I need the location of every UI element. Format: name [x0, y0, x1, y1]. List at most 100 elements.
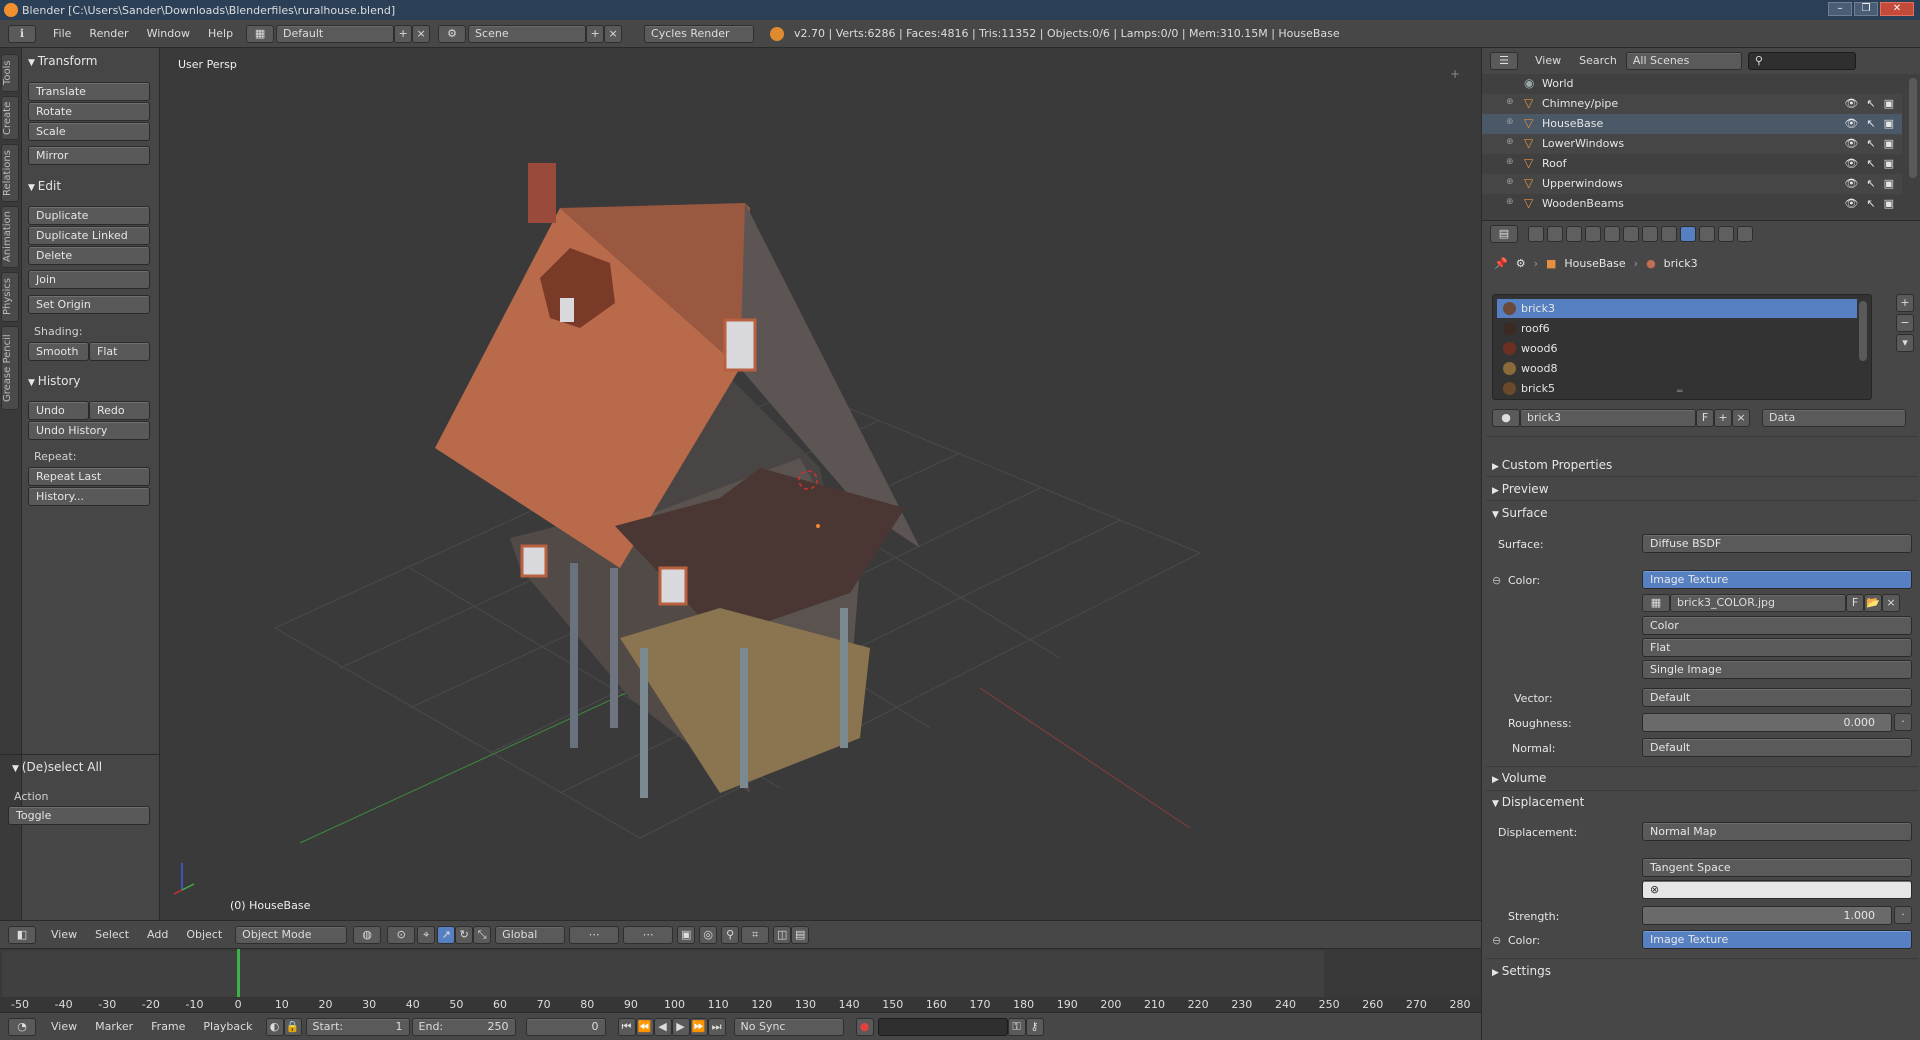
visibility-eye-icon[interactable]: 👁 — [1844, 177, 1858, 190]
normal-map-space-select[interactable]: Tangent Space — [1642, 858, 1912, 877]
play-reverse-icon[interactable]: ◀ — [653, 1017, 672, 1036]
transform-orientation-select[interactable]: Global — [495, 925, 566, 944]
scene-icon[interactable]: ⚙ — [438, 24, 467, 43]
expand-icon[interactable]: ⊕ — [1506, 177, 1514, 187]
new-material-icon[interactable]: + — [1714, 409, 1732, 427]
strength-slider[interactable]: 1.000 — [1642, 906, 1892, 925]
maximize-button[interactable]: ❐ — [1854, 2, 1878, 16]
outliner-row-woodenbeams[interactable]: ⊕ ▽ WoodenBeams 👁 ↖ ▣ — [1482, 194, 1902, 214]
menu-render[interactable]: Render — [80, 20, 137, 48]
view3d-menu-object[interactable]: Object — [177, 921, 231, 949]
material-slot-brick3[interactable]: brick3 — [1497, 299, 1857, 318]
outliner-row-chimney[interactable]: ⊕ ▽ Chimney/pipe 👁 ↖ ▣ — [1482, 94, 1902, 114]
current-frame-field[interactable]: 0 — [525, 1017, 606, 1036]
uv-map-field[interactable]: ⊗ — [1642, 880, 1912, 899]
sync-mode-select[interactable]: No Sync — [733, 1017, 844, 1036]
frame-ruler[interactable]: -50 -40 -30 -20 -10 0 10 20 30 40 50 60 70 80 90 100 110… — [0, 997, 1481, 1013]
action-select[interactable]: Toggle — [8, 806, 150, 825]
settings-panel[interactable]: Settings — [1492, 964, 1551, 978]
view3d-editor-type-icon[interactable]: ◧ — [8, 925, 36, 944]
outliner[interactable]: ◉ World ⊕ ▽ Chimney/pipe 👁 ↖ ▣ ⊕ ▽ HouseBa… — [1481, 74, 1920, 220]
menu-window[interactable]: Window — [138, 20, 199, 48]
constraints-tab-icon[interactable] — [1623, 226, 1639, 242]
view3d-menu-select[interactable]: Select — [86, 921, 138, 949]
outliner-row-world[interactable]: ◉ World — [1482, 74, 1902, 94]
selectable-arrow-icon[interactable]: ↖ — [1866, 157, 1875, 170]
jump-keyframe-forward-icon[interactable]: ⏩ — [689, 1017, 708, 1036]
timeline-menu-view[interactable]: View — [42, 1013, 86, 1040]
scene-field[interactable]: Scene — [468, 24, 587, 43]
redo-button[interactable]: Redo — [89, 401, 150, 420]
properties-editor-type-icon[interactable]: ▤ — [1490, 225, 1518, 243]
material-tab-icon[interactable] — [1680, 226, 1696, 242]
preview-panel[interactable]: Preview — [1492, 482, 1549, 496]
add-scene-icon[interactable]: + — [586, 24, 605, 43]
renderable-camera-icon[interactable]: ▣ — [1884, 197, 1894, 210]
displacement-input-select[interactable]: Normal Map — [1642, 822, 1912, 841]
selectable-arrow-icon[interactable]: ↖ — [1866, 137, 1875, 150]
undo-history-button[interactable]: Undo History — [28, 421, 150, 440]
image-browse-icon[interactable]: ▦ — [1642, 594, 1670, 612]
outliner-menu-view[interactable]: View — [1526, 47, 1570, 75]
minimize-button[interactable]: – — [1828, 2, 1852, 16]
translate-button[interactable]: Translate — [28, 82, 150, 101]
outliner-row-housebase[interactable]: ⊕ ▽ HouseBase 👁 ↖ ▣ — [1482, 114, 1902, 134]
render-tab-icon[interactable] — [1528, 226, 1544, 242]
surface-shader-select[interactable]: Diffuse BSDF — [1642, 534, 1912, 553]
material-slot-list[interactable]: brick3 roof6 wood6 wood8 brick5 ═ — [1492, 294, 1872, 400]
selectable-arrow-icon[interactable]: ↖ — [1866, 97, 1875, 110]
custom-properties-panel[interactable]: Custom Properties — [1492, 458, 1612, 472]
viewport-corner-icon[interactable]: + — [1450, 67, 1460, 81]
scene-tab-icon[interactable] — [1566, 226, 1582, 242]
material-slot-roof6[interactable]: roof6 — [1497, 319, 1857, 338]
visibility-eye-icon[interactable]: 👁 — [1844, 197, 1858, 210]
list-resize-handle[interactable]: ═ — [1677, 387, 1682, 397]
image-name-field[interactable]: brick3_COLOR.jpg — [1670, 594, 1846, 612]
lock-range-icon[interactable]: 🔒 — [283, 1017, 302, 1036]
volume-panel[interactable]: Volume — [1492, 771, 1547, 785]
outliner-search-input[interactable]: ⚲ — [1747, 52, 1856, 70]
object-tab-icon[interactable] — [1604, 226, 1620, 242]
open-image-icon[interactable]: 📂 — [1864, 594, 1882, 612]
start-frame-field[interactable]: Start: 1 — [305, 1017, 410, 1036]
image-source-select[interactable]: Single Image — [1642, 660, 1912, 679]
expand-icon[interactable]: ⊕ — [1506, 137, 1514, 147]
displacement-panel[interactable]: Displacement — [1492, 795, 1585, 809]
outliner-row-upperwindows[interactable]: ⊕ ▽ Upperwindows 👁 ↖ ▣ — [1482, 174, 1902, 194]
color-input-select[interactable]: Image Texture — [1642, 570, 1912, 589]
mirror-button[interactable]: Mirror — [28, 146, 150, 165]
jump-keyframe-back-icon[interactable]: ⏪ — [635, 1017, 654, 1036]
scale-button[interactable]: Scale — [28, 122, 150, 141]
physics-tab-icon[interactable] — [1737, 226, 1753, 242]
snap-icon[interactable]: ⚲ — [721, 925, 740, 944]
rotate-manipulator-icon[interactable]: ↻ — [455, 925, 474, 944]
projection-select[interactable]: Flat — [1642, 638, 1912, 657]
timeline-editor[interactable]: -50 -40 -30 -20 -10 0 10 20 30 40 50 60 70 80 90 100 110… — [0, 948, 1481, 1013]
selectable-arrow-icon[interactable]: ↖ — [1866, 177, 1875, 190]
timeline-menu-frame[interactable]: Frame — [142, 1013, 194, 1040]
outliner-menu-search[interactable]: Search — [1570, 47, 1626, 75]
jump-end-icon[interactable]: ⏭ — [707, 1017, 726, 1036]
delete-button[interactable]: Delete — [28, 246, 150, 265]
selectable-arrow-icon[interactable]: ↖ — [1866, 117, 1875, 130]
modifiers-tab-icon[interactable] — [1642, 226, 1658, 242]
view3d-menu-add[interactable]: Add — [138, 921, 177, 949]
insert-keyframe-icon[interactable]: ⚿ — [1007, 1017, 1026, 1036]
tab-tools[interactable]: Tools — [1, 54, 19, 92]
repeat-last-button[interactable]: Repeat Last — [28, 467, 150, 486]
visibility-eye-icon[interactable]: 👁 — [1844, 157, 1858, 170]
color2-input-select[interactable]: Image Texture — [1642, 930, 1912, 949]
scale-manipulator-icon[interactable]: ⤡ — [473, 925, 492, 944]
duplicate-linked-button[interactable]: Duplicate Linked — [28, 226, 150, 245]
image-fake-user-button[interactable]: F — [1846, 594, 1864, 612]
expand-icon[interactable]: ⊕ — [1506, 97, 1514, 107]
timeline-menu-marker[interactable]: Marker — [86, 1013, 142, 1040]
screen-layout-icon[interactable]: ▦ — [246, 24, 275, 43]
roughness-socket-icon[interactable]: · — [1894, 713, 1912, 731]
texture-tab-icon[interactable] — [1699, 226, 1715, 242]
viewport-shading-icon[interactable]: ◍ — [353, 925, 382, 944]
world-tab-icon[interactable] — [1585, 226, 1601, 242]
rotate-button[interactable]: Rotate — [28, 102, 150, 121]
renderable-camera-icon[interactable]: ▣ — [1884, 97, 1894, 110]
translate-manipulator-icon[interactable]: ↗ — [437, 925, 456, 944]
